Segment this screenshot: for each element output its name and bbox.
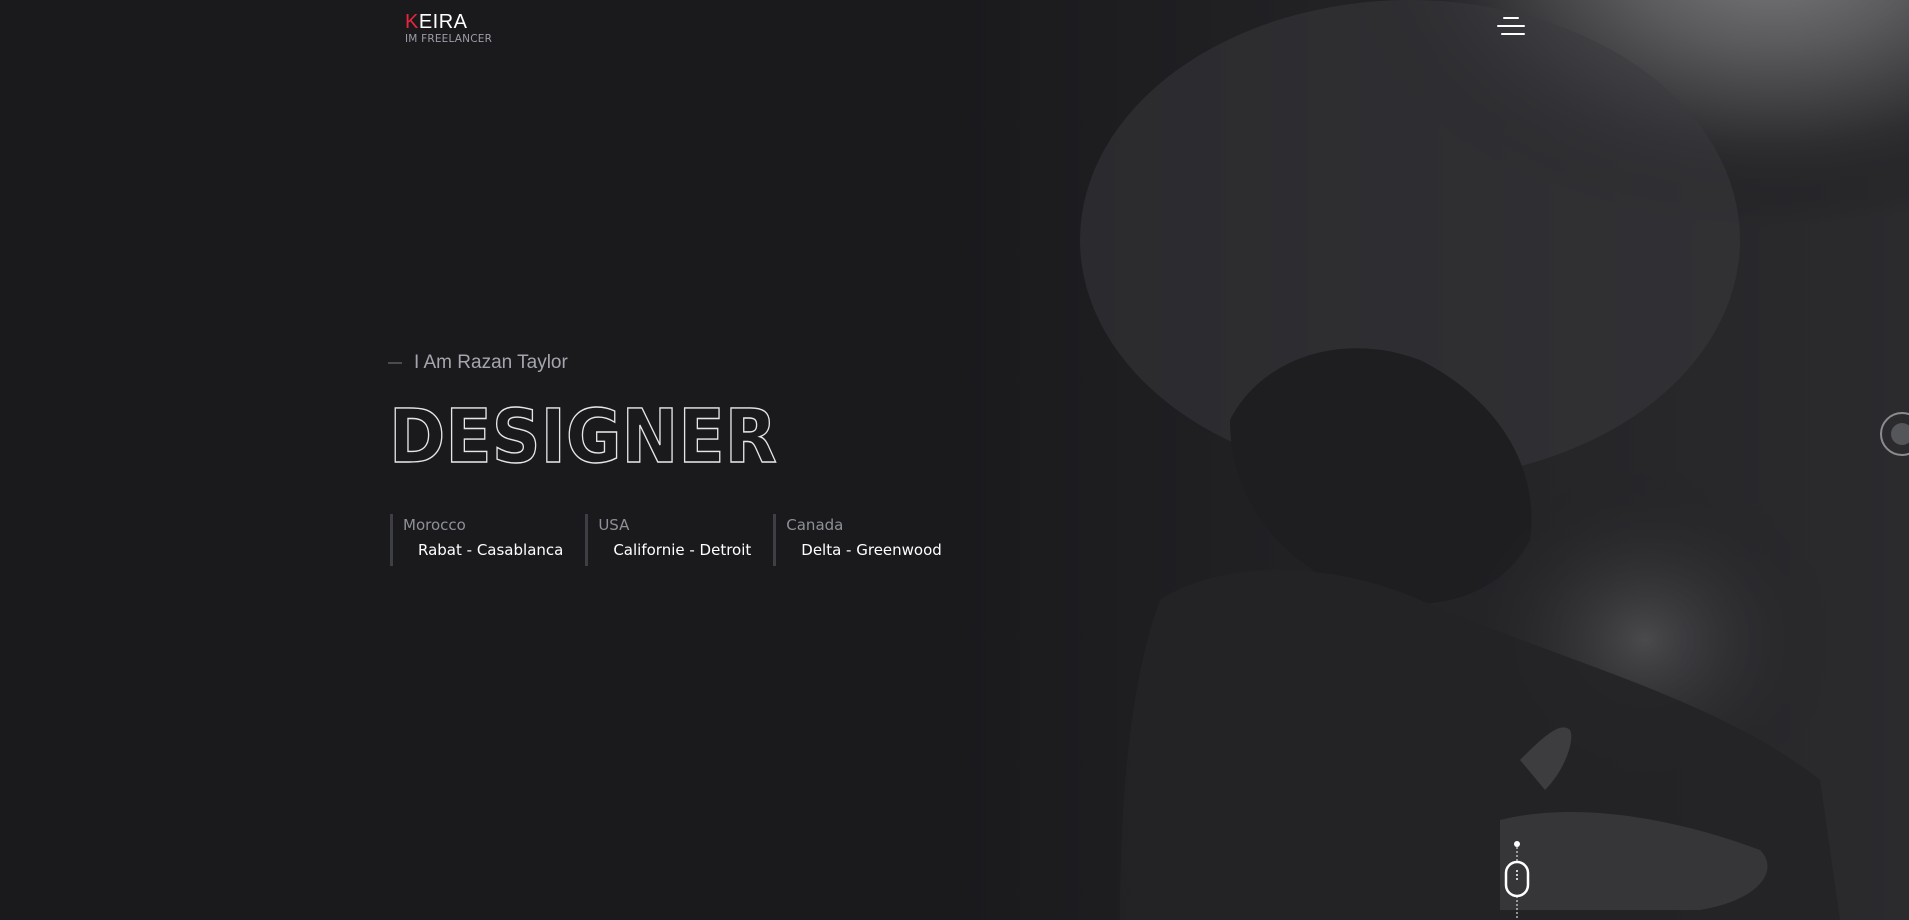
- location-cities: Californie - Detroit: [613, 541, 752, 559]
- brand-name: KEIRA: [405, 12, 492, 32]
- brand-logo[interactable]: KEIRA IM FREELANCER: [405, 12, 492, 45]
- location-country: USA: [598, 516, 630, 534]
- intro-dash: [388, 362, 402, 364]
- location-cities: Rabat - Casablanca: [418, 541, 564, 559]
- hero-title-text: DESIGNER: [389, 394, 777, 480]
- hamburger-menu-icon[interactable]: [1497, 17, 1525, 39]
- brand-name-rest: EIRA: [418, 11, 468, 33]
- location-item: Morocco Rabat - Casablanca: [390, 514, 563, 566]
- locations-list: Morocco Rabat - Casablanca USA Californi…: [390, 514, 964, 566]
- brand-tagline: IM FREELANCER: [405, 33, 493, 45]
- hero-background-photo: [0, 0, 1909, 920]
- hero-title: DESIGNER: [388, 393, 789, 480]
- location-country: Morocco: [403, 516, 466, 534]
- brand-initial: K: [405, 11, 419, 33]
- location-cities: Delta - Greenwood: [801, 541, 942, 559]
- hero-intro: I Am Razan Taylor: [388, 352, 568, 374]
- location-country: Canada: [786, 516, 844, 534]
- location-item: USA Californie - Detroit: [585, 514, 751, 566]
- location-item: Canada Delta - Greenwood: [773, 514, 942, 566]
- mouse-scroll-icon[interactable]: [1500, 838, 1534, 920]
- intro-text: I Am Razan Taylor: [414, 352, 568, 373]
